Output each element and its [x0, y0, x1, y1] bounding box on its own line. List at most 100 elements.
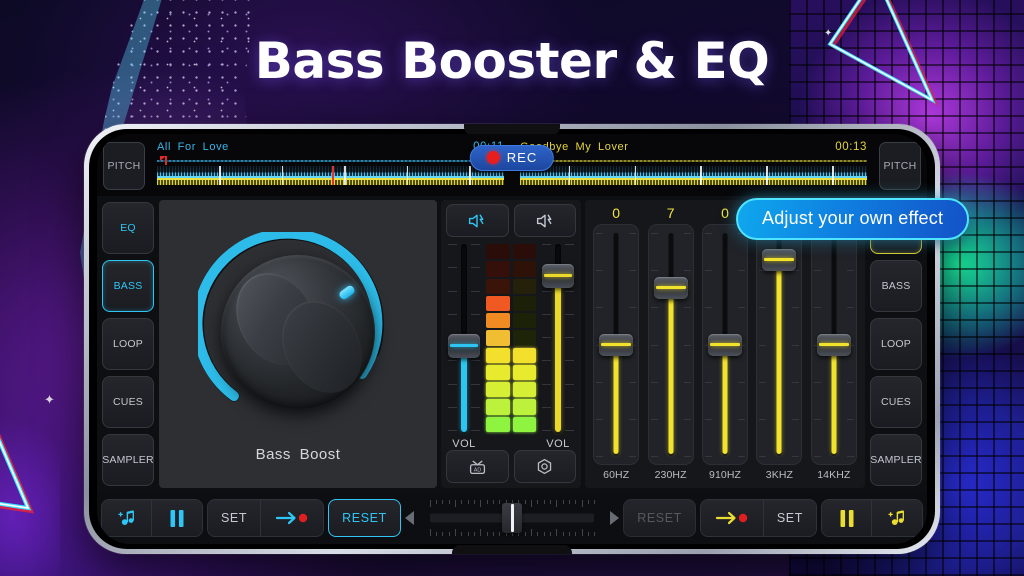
deck-b[interactable]: Goodbye My Lover 00:13 — [512, 138, 875, 196]
eq-band-14khz: 014KHZ — [807, 204, 861, 483]
led-segment — [486, 416, 510, 432]
led-segment — [486, 313, 510, 329]
left-cue-group: SET — [207, 499, 325, 537]
tooltip-callout: Adjust your own effect — [736, 198, 970, 240]
right-rail-item-loop[interactable]: LOOP — [870, 318, 922, 370]
eq-slider[interactable] — [593, 224, 640, 465]
volume-knob-right[interactable] — [542, 263, 574, 288]
pause-button-right[interactable] — [822, 500, 872, 536]
led-segment — [486, 364, 510, 381]
volume-slider-left[interactable]: VOL — [446, 242, 482, 450]
eq-value: 0 — [721, 205, 729, 221]
pitch-button-right[interactable]: PITCH — [879, 142, 921, 190]
effect-panel: Bass Boost VOL VOL AD 0 60HZ 7 230HZ 0 9… — [159, 196, 865, 492]
add-track-button-left[interactable] — [102, 500, 152, 536]
left-rail-item-sampler[interactable]: SAMPLER — [102, 434, 154, 486]
rail-item-label: BASS — [113, 280, 143, 292]
eq-band-60hz: 0 60HZ — [589, 204, 643, 483]
set-button-right[interactable]: SET — [763, 500, 816, 536]
svg-text:AD: AD — [474, 468, 481, 474]
left-rail-item-loop[interactable]: LOOP — [102, 318, 154, 370]
settings-hex-button[interactable] — [513, 450, 576, 483]
right-mode-rail: EQBASSLOOPCUESSAMPLER — [865, 196, 927, 492]
crossfader[interactable] — [422, 499, 602, 537]
eq-slider[interactable] — [756, 224, 803, 465]
led-segment — [486, 382, 510, 398]
volume-meter-panel: VOL VOL AD — [441, 200, 581, 488]
volume-knob-left[interactable] — [448, 333, 480, 358]
add-track-button-right[interactable] — [872, 500, 922, 536]
eq-knob[interactable] — [708, 333, 743, 356]
deck-waveforms: All For Love 00:11 — [149, 138, 875, 196]
cue-record-button-left[interactable] — [261, 500, 324, 536]
led-segment — [512, 330, 536, 346]
led-segment — [512, 347, 536, 363]
led-segment — [486, 278, 510, 294]
equalizer-panel: 0 60HZ 7 230HZ 0 910HZ 103KHZ014KHZ — [585, 200, 865, 488]
reset-button-left[interactable]: RESET — [328, 499, 401, 537]
deck-a-waveform[interactable] — [157, 166, 504, 185]
ad-tv-button[interactable]: AD — [446, 450, 509, 483]
pitch-button-left[interactable]: PITCH — [103, 142, 145, 190]
rail-item-label: SAMPLER — [102, 454, 154, 466]
pause-button-left[interactable] — [152, 500, 202, 536]
reset-button-right[interactable]: RESET — [623, 499, 696, 537]
triangle-left-icon[interactable] — [404, 511, 414, 525]
triangle-right-icon[interactable] — [610, 511, 620, 525]
led-segment — [512, 313, 536, 329]
rail-item-label: LOOP — [113, 338, 143, 350]
eq-slider[interactable] — [702, 224, 749, 465]
cue-record-button-right[interactable] — [700, 500, 764, 536]
crossfader-handle[interactable] — [502, 503, 522, 533]
led-segment — [512, 364, 536, 381]
set-button-left[interactable]: SET — [208, 500, 262, 536]
right-rail-item-bass[interactable]: BASS — [870, 260, 922, 312]
deck-a-title: All For Love — [157, 141, 229, 153]
eq-frequency-label: 60HZ — [603, 469, 630, 481]
right-rail-item-sampler[interactable]: SAMPLER — [870, 434, 922, 486]
led-level-meter — [486, 242, 536, 450]
eq-frequency-label: 14KHZ — [817, 469, 851, 481]
eq-knob[interactable] — [762, 249, 797, 272]
led-segment — [512, 382, 536, 398]
bass-boost-label: Bass Boost — [255, 445, 341, 463]
record-button[interactable]: REC — [469, 145, 555, 171]
volume-slider-right[interactable]: VOL — [540, 242, 576, 450]
deck-a-minimap[interactable] — [157, 156, 504, 165]
eq-frequency-label: 910HZ — [709, 469, 742, 481]
deck-a[interactable]: All For Love 00:11 — [149, 138, 512, 196]
left-rail-item-eq[interactable]: EQ — [102, 202, 154, 254]
led-segment — [486, 295, 510, 312]
rail-item-label: CUES — [113, 396, 143, 408]
left-rail-item-bass[interactable]: BASS — [102, 260, 154, 312]
speaker-button-left[interactable] — [446, 204, 509, 237]
led-segment — [486, 261, 510, 277]
led-segment — [486, 330, 510, 346]
speaker-button-right[interactable] — [513, 204, 576, 237]
eq-value: 7 — [666, 205, 675, 221]
record-dot-icon — [486, 151, 500, 164]
left-rail-item-cues[interactable]: CUES — [102, 376, 154, 428]
eq-knob[interactable] — [816, 333, 851, 356]
bass-boost-knob[interactable] — [198, 231, 398, 432]
eq-knob[interactable] — [653, 277, 688, 300]
led-segment — [486, 347, 510, 363]
record-label: REC — [506, 150, 538, 165]
app-screen: PITCH All For Love 00:11 — [97, 134, 927, 544]
deck-b-waveform[interactable] — [520, 166, 867, 185]
eq-slider[interactable] — [647, 224, 694, 465]
eq-band-230hz: 7 230HZ — [643, 204, 697, 483]
main-body: EQ BASS LOOP CUES SAMPLER Bass Boost VOL… — [97, 196, 927, 492]
eq-frequency-label: 3KHZ — [765, 469, 794, 481]
screenshot-root: ✦ ✦ Bass Booster & EQ PITCH All For Love… — [0, 0, 1024, 576]
transport-bar: SET RESET RESET SET — [97, 492, 927, 544]
eq-band-910hz: 0 910HZ — [698, 204, 752, 483]
eq-slider[interactable] — [810, 224, 857, 465]
volume-label-left: VOL — [452, 438, 476, 450]
deck-b-minimap[interactable] — [520, 156, 867, 165]
led-segment — [486, 244, 510, 260]
right-rail-item-cues[interactable]: CUES — [870, 376, 922, 428]
phone-home-indicator — [452, 545, 572, 554]
rail-item-label: BASS — [881, 280, 911, 292]
eq-knob[interactable] — [599, 333, 634, 356]
